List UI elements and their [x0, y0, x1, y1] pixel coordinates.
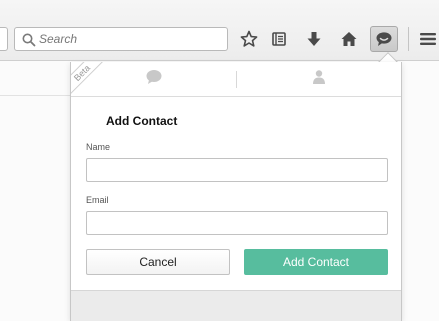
star-icon	[240, 30, 258, 48]
browser-toolbar	[0, 0, 439, 61]
reading-list-button[interactable]	[267, 28, 291, 50]
chat-bubble-icon	[375, 31, 393, 47]
search-box[interactable]	[14, 27, 228, 51]
home-button[interactable]	[337, 28, 361, 50]
email-field[interactable]	[86, 211, 388, 235]
url-bar-edge[interactable]	[0, 27, 8, 51]
chat-bubble-icon	[145, 69, 163, 90]
person-icon	[311, 69, 327, 90]
hamburger-menu-icon	[419, 31, 437, 47]
home-icon	[340, 30, 358, 48]
search-icon	[21, 32, 37, 48]
hello-panel: Beta Add Contact Name Email Cancel Add C…	[70, 62, 402, 321]
name-field[interactable]	[86, 158, 388, 182]
downloads-button[interactable]	[302, 28, 326, 50]
form-title: Add Contact	[106, 114, 178, 128]
menu-button[interactable]	[416, 28, 439, 50]
panel-footer	[71, 290, 401, 321]
bookmark-star-button[interactable]	[237, 28, 261, 50]
add-contact-button[interactable]: Add Contact	[244, 249, 388, 275]
download-arrow-icon	[306, 30, 322, 48]
page-divider	[0, 95, 70, 96]
search-input[interactable]	[39, 30, 223, 48]
toolbar-separator	[408, 27, 409, 51]
email-label: Email	[86, 195, 109, 205]
hello-button[interactable]	[370, 26, 398, 52]
panel-tabs: Beta	[71, 62, 401, 99]
reading-list-icon	[271, 31, 287, 47]
cancel-button[interactable]: Cancel	[86, 249, 230, 275]
tab-contacts[interactable]	[236, 62, 401, 97]
name-label: Name	[86, 142, 111, 152]
